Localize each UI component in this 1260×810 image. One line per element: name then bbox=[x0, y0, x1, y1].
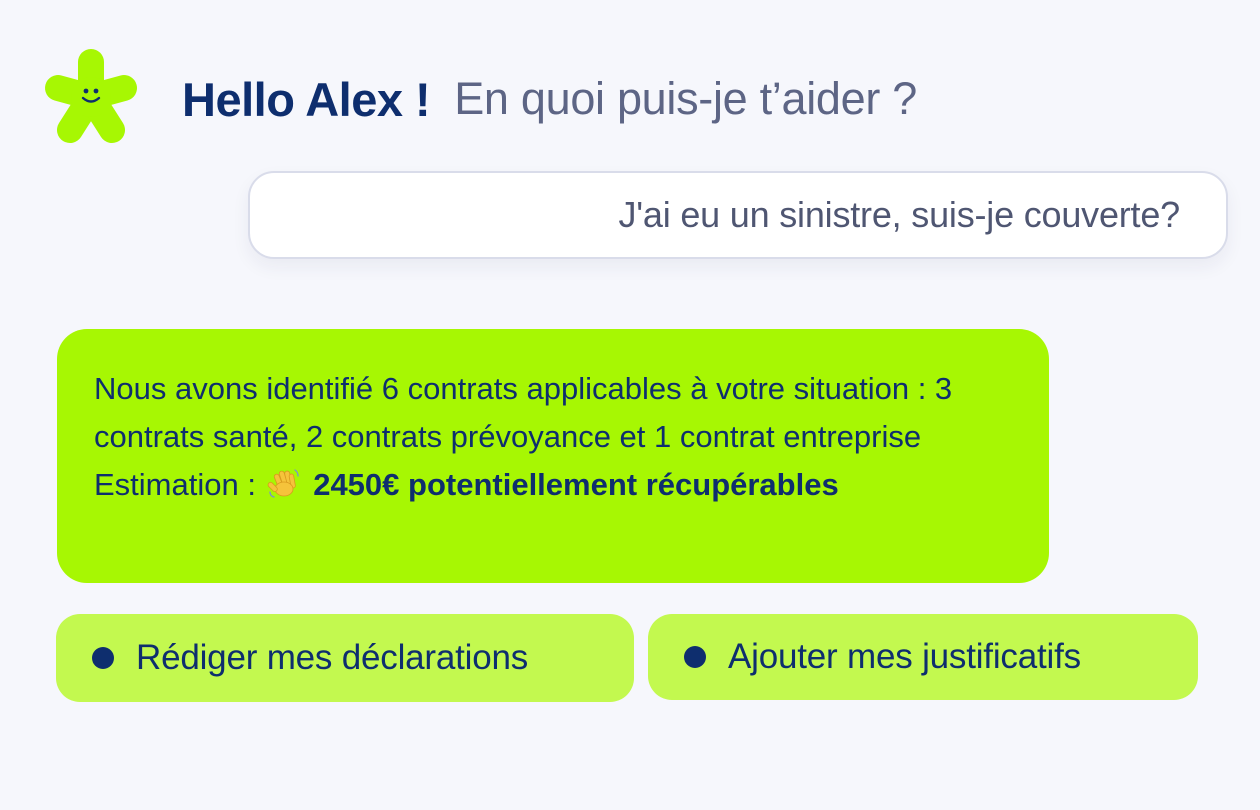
smiling-flower-icon bbox=[45, 49, 137, 143]
greeting-subtitle: En quoi puis-je t’aider ? bbox=[454, 73, 917, 124]
add-documents-button[interactable]: Ajouter mes justificatifs bbox=[648, 614, 1198, 700]
chat-screen: Hello Alex ! En quoi puis-je t’aider ? J… bbox=[0, 0, 1260, 810]
bullet-dot-icon bbox=[92, 647, 114, 669]
greeting-name: Hello Alex ! bbox=[182, 72, 431, 126]
greeting-header: Hello Alex ! En quoi puis-je t’aider ? bbox=[182, 66, 917, 132]
estimate-line: Estimation : 2450€ potentiellement récup… bbox=[94, 461, 1013, 509]
assistant-message-bubble: Nous avons identifié 6 contrats applicab… bbox=[57, 329, 1049, 583]
waving-hand-icon bbox=[267, 469, 299, 498]
user-message-text: J'ai eu un sinistre, suis-je couverte? bbox=[618, 194, 1180, 235]
assistant-message-text: Nous avons identifié 6 contrats applicab… bbox=[94, 371, 953, 454]
write-declarations-button[interactable]: Rédiger mes déclarations bbox=[56, 614, 634, 702]
user-message-bubble: J'ai eu un sinistre, suis-je couverte? bbox=[248, 171, 1228, 259]
estimate-label: Estimation : bbox=[94, 467, 256, 502]
add-documents-label: Ajouter mes justificatifs bbox=[728, 637, 1081, 676]
write-declarations-label: Rédiger mes déclarations bbox=[136, 638, 529, 677]
bullet-dot-icon bbox=[684, 646, 706, 668]
estimate-amount: 2450€ potentiellement récupérables bbox=[313, 467, 839, 502]
